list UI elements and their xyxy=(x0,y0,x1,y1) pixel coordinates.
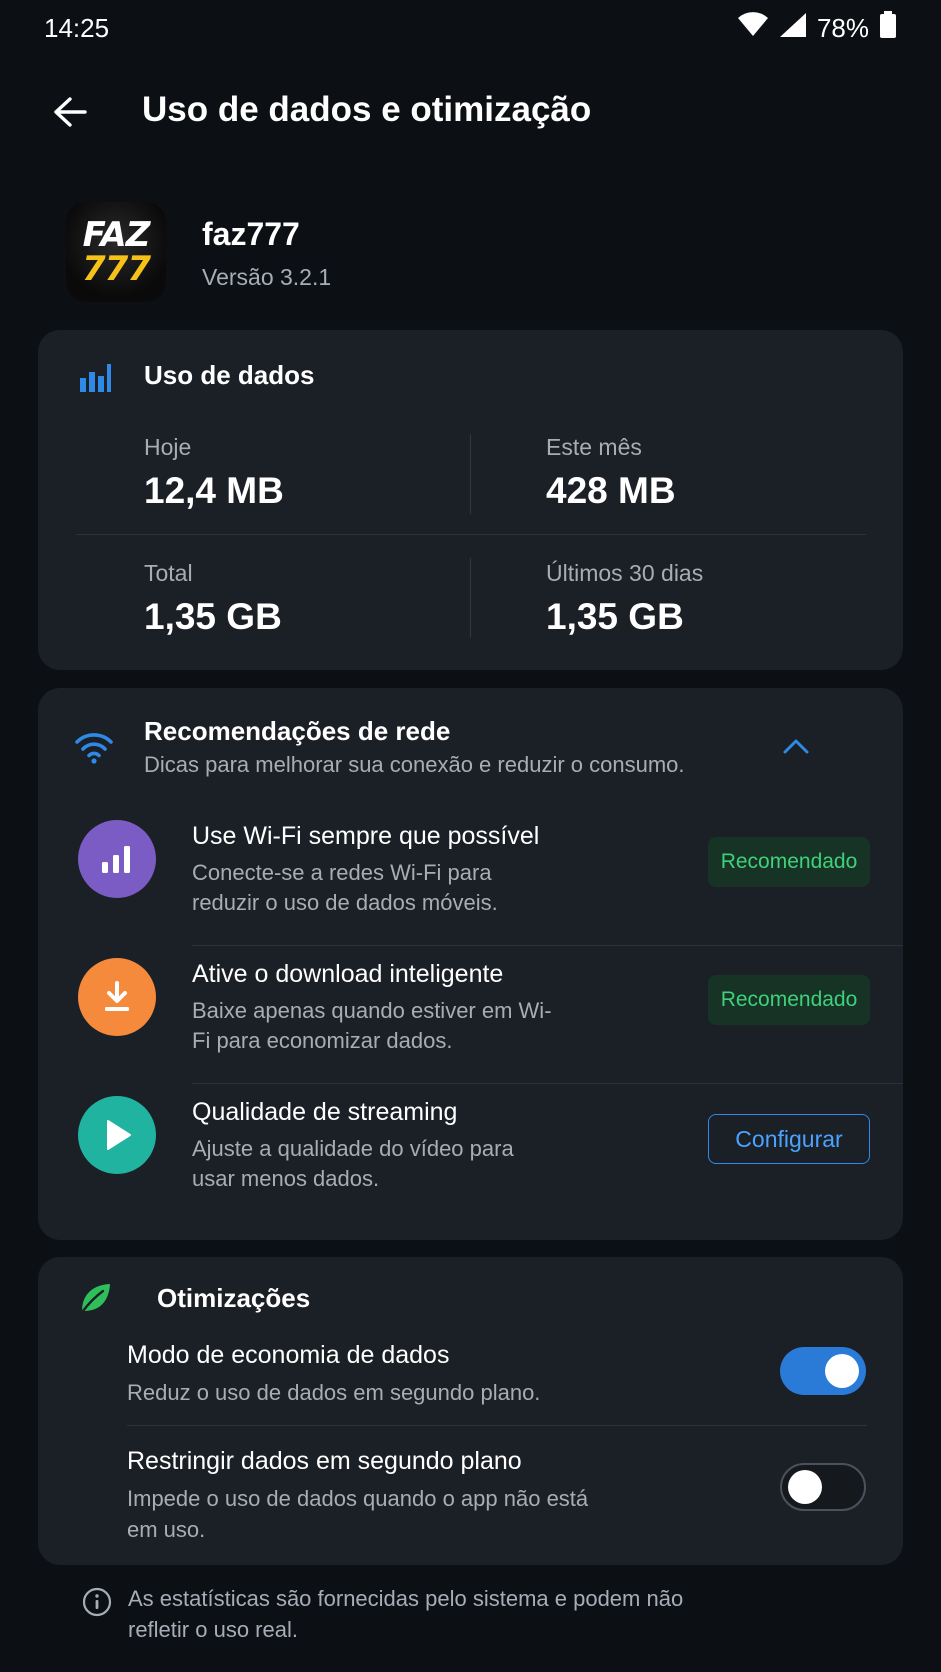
divider xyxy=(470,558,471,638)
app-logo-text-bottom: 777 xyxy=(82,249,151,289)
data-saver-title: Modo de economia de dados xyxy=(127,1341,450,1369)
footnote: As estatísticas são fornecidas pelo sist… xyxy=(82,1583,902,1653)
recommendation-title: Use Wi-Fi sempre que possível xyxy=(192,822,540,850)
divider xyxy=(76,534,866,535)
toggle-knob xyxy=(788,1470,822,1504)
app-logo: FAZ 777 xyxy=(66,202,166,302)
battery-icon xyxy=(879,10,897,46)
app-logo-text-top: FAZ xyxy=(82,215,151,255)
network-title: Recomendações de rede xyxy=(144,716,451,746)
arrow-back-icon xyxy=(54,97,87,127)
bar-chart-icon xyxy=(78,360,112,399)
recommendation-item[interactable]: Use Wi-Fi sempre que possível Conecte-se… xyxy=(38,798,903,928)
stat-value-30days: 1,35 GB xyxy=(546,596,684,637)
stat-label-30days: Últimos 30 dias xyxy=(546,560,704,586)
data-usage-title: Uso de dados xyxy=(144,360,315,390)
recommendation-title: Qualidade de streaming xyxy=(192,1098,458,1126)
optimizations-title: Otimizações xyxy=(157,1283,311,1313)
stat-label-today: Hoje xyxy=(144,434,192,460)
optimizations-card: Otimizações Modo de economia de dados Re… xyxy=(38,1257,903,1565)
recommendation-desc: Conecte-se a redes Wi-Fi para reduzir o … xyxy=(192,860,498,915)
status-bar: 14:25 78% xyxy=(0,0,941,56)
background-restrict-toggle[interactable] xyxy=(780,1463,866,1511)
background-restrict-desc: Impede o uso de dados quando o app não e… xyxy=(127,1486,589,1542)
status-time: 14:25 xyxy=(44,12,110,43)
divider xyxy=(127,1425,867,1426)
back-button[interactable] xyxy=(48,90,92,134)
signal-icon xyxy=(779,12,807,45)
page-title: Uso de dados e otimização xyxy=(142,90,592,129)
stat-label-total: Total xyxy=(144,560,193,586)
recommended-badge: Recomendado xyxy=(708,975,870,1025)
download-icon xyxy=(78,958,156,1036)
wifi-status-icon xyxy=(737,11,769,45)
app-version: Versão 3.2.1 xyxy=(202,264,332,290)
battery-percent: 78% xyxy=(816,12,869,43)
bar-chart-icon xyxy=(78,820,156,898)
leaf-icon xyxy=(78,1281,112,1320)
play-icon xyxy=(78,1096,156,1174)
chevron-up-icon xyxy=(783,739,809,754)
wifi-icon xyxy=(74,730,114,769)
data-usage-card: Uso de dados Hoje 12,4 MB Este mês 428 M… xyxy=(38,330,903,670)
recommendation-desc: Ajuste a qualidade do vídeo para usar me… xyxy=(192,1136,514,1191)
toggle-knob xyxy=(825,1354,859,1388)
network-subtitle: Dicas para melhorar sua conexão e reduzi… xyxy=(144,752,685,777)
divider xyxy=(470,434,471,514)
data-saver-desc: Reduz o uso de dados em segundo plano. xyxy=(127,1380,541,1405)
status-icons: 78% xyxy=(737,10,897,46)
stat-value-today: 12,4 MB xyxy=(144,470,284,511)
recommended-badge: Recomendado xyxy=(708,837,870,887)
stat-value-month: 428 MB xyxy=(546,470,676,511)
app-header: FAZ 777 faz777 Versão 3.2.1 xyxy=(66,202,886,302)
app-bar: Uso de dados e otimização xyxy=(0,72,941,152)
data-saver-toggle[interactable] xyxy=(780,1347,866,1395)
footnote-text: As estatísticas são fornecidas pelo sist… xyxy=(128,1586,684,1642)
recommendation-item[interactable]: Qualidade de streaming Ajuste a qualidad… xyxy=(38,1074,903,1214)
configure-button[interactable]: Configurar xyxy=(708,1114,870,1164)
recommendation-item[interactable]: Ative o download inteligente Baixe apena… xyxy=(38,936,903,1066)
stat-value-total: 1,35 GB xyxy=(144,596,282,637)
info-icon xyxy=(82,1587,112,1622)
app-name: faz777 xyxy=(202,216,300,252)
collapse-button[interactable] xyxy=(774,728,818,764)
network-recommendations-card: Recomendações de rede Dicas para melhora… xyxy=(38,688,903,1240)
recommendation-desc: Baixe apenas quando estiver em Wi-Fi par… xyxy=(192,998,552,1053)
stat-label-month: Este mês xyxy=(546,434,642,460)
background-restrict-title: Restringir dados em segundo plano xyxy=(127,1447,522,1475)
recommendation-title: Ative o download inteligente xyxy=(192,960,504,988)
